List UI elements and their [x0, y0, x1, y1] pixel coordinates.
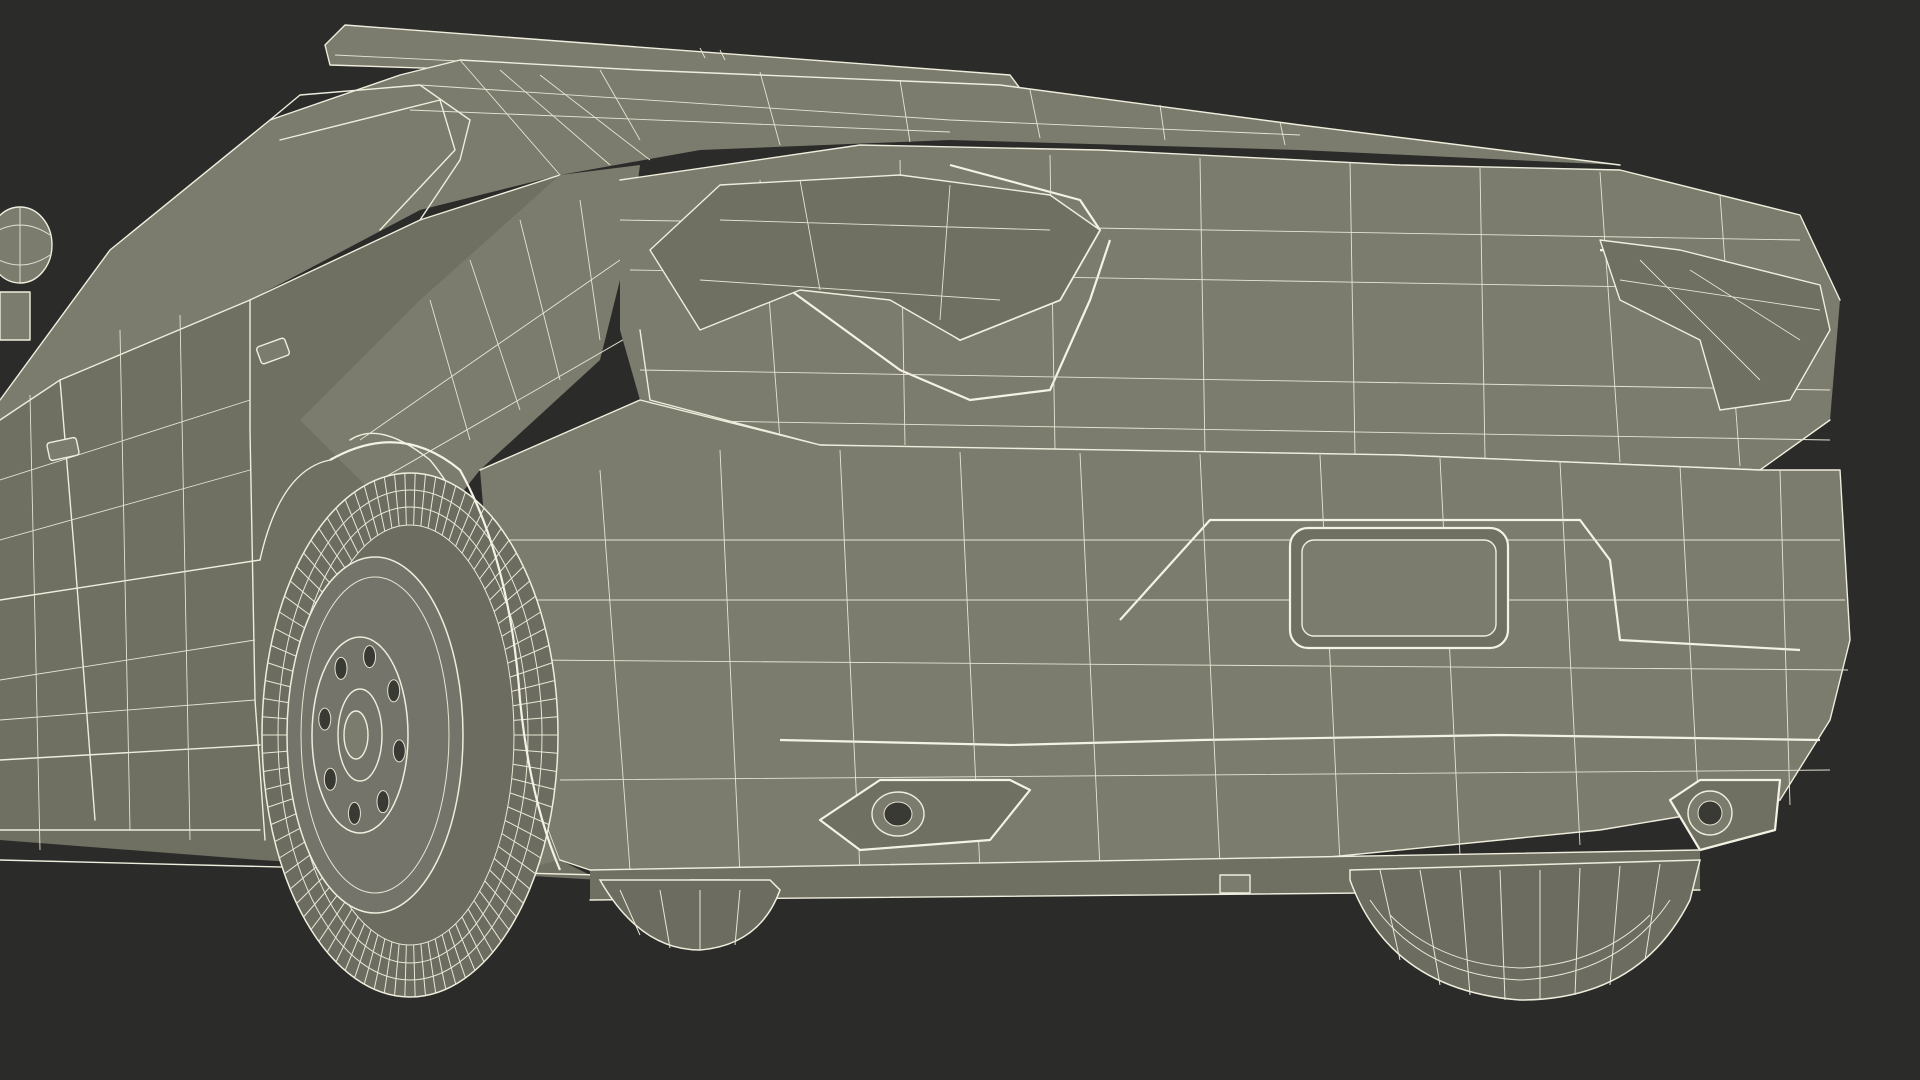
lug-hole	[376, 790, 390, 814]
rear-wheel-left	[261, 472, 559, 998]
rear-tire-right	[1349, 859, 1701, 1001]
license-plate-recess	[1288, 526, 1510, 650]
rear-bumper	[479, 399, 1851, 881]
wireframe-car-render	[0, 24, 1851, 1001]
rear-tire-left-inner	[598, 879, 781, 951]
lug-hole	[392, 739, 406, 763]
lug-hole	[318, 707, 332, 731]
exhaust-right	[1668, 778, 1782, 852]
lug-hole	[363, 645, 377, 669]
3d-viewport[interactable]	[0, 0, 1920, 1080]
lug-hole	[323, 767, 337, 791]
lug-hole	[387, 679, 401, 703]
side-mirror	[0, 206, 53, 341]
lug-hole	[334, 656, 348, 680]
lug-hole	[347, 801, 361, 825]
